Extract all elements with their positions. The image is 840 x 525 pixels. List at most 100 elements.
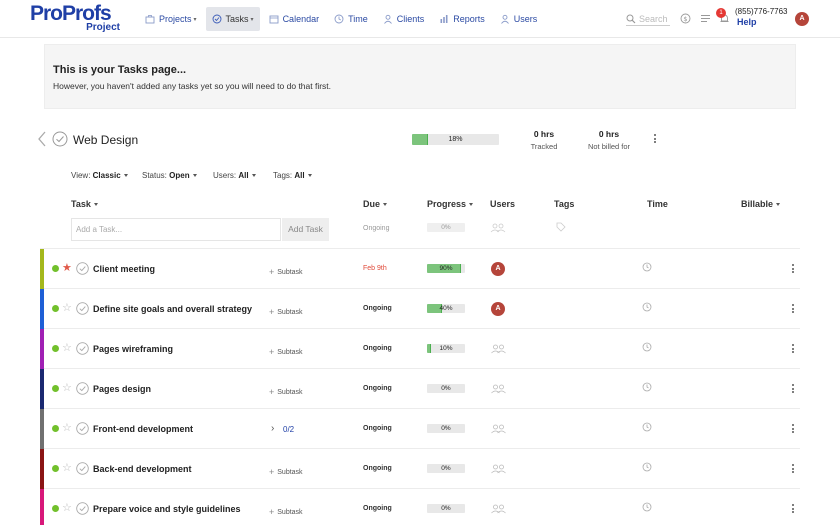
time-clock-icon[interactable] (642, 502, 652, 512)
task-progress-bar[interactable]: 90% (427, 264, 465, 273)
task-more-menu-icon[interactable] (792, 384, 795, 395)
nav-users[interactable]: Users (494, 7, 544, 31)
nav-reports[interactable]: Reports (433, 7, 491, 31)
assignee-avatar[interactable]: A (491, 302, 505, 316)
task-name[interactable]: Pages wireframing (93, 344, 173, 354)
proprofs-project-logo[interactable]: ProProfs Project (30, 2, 126, 36)
task-name[interactable]: Define site goals and overall strategy (93, 304, 252, 314)
task-row[interactable]: ☆ Pages wireframing Subtask Ongoing 10% (40, 329, 800, 369)
time-clock-icon[interactable] (642, 462, 652, 472)
dollar-icon[interactable]: $ (680, 13, 691, 24)
add-task-input[interactable]: Add a Task... (71, 218, 281, 241)
add-subtask-button[interactable]: Subtask (269, 386, 302, 396)
back-chevron-icon[interactable] (37, 131, 47, 147)
star-icon[interactable]: ☆ (62, 301, 72, 314)
add-subtask-button[interactable]: Subtask (269, 466, 302, 476)
add-subtask-button[interactable]: Subtask (269, 346, 302, 356)
subtask-count[interactable]: 0/2 (283, 425, 294, 434)
user-avatar[interactable]: A (795, 12, 809, 26)
task-more-menu-icon[interactable] (792, 504, 795, 515)
time-clock-icon[interactable] (642, 302, 652, 312)
task-row[interactable]: ☆ Define site goals and overall strategy S… (40, 289, 800, 329)
column-header-progress[interactable]: Progress (427, 199, 474, 209)
tags-filter[interactable]: Tags: All (273, 171, 312, 180)
add-task-button[interactable]: Add Task (282, 218, 329, 241)
status-filter[interactable]: Status: Open (142, 171, 197, 180)
time-clock-icon[interactable] (642, 262, 652, 272)
task-row[interactable]: ☆ Back-end development Subtask Ongoing 0% (40, 449, 800, 489)
task-due-date[interactable]: Ongoing (363, 505, 392, 512)
search-box[interactable]: Search (626, 12, 670, 26)
project-more-menu-icon[interactable] (654, 134, 657, 145)
task-row[interactable]: ☆ Prepare voice and style guidelines Subta… (40, 489, 800, 525)
add-subtask-button[interactable]: Subtask (269, 306, 302, 316)
task-due-date[interactable]: Ongoing (363, 345, 392, 352)
task-progress-bar[interactable]: 0% (427, 504, 465, 513)
task-complete-check-icon[interactable] (76, 422, 89, 435)
task-progress-bar[interactable]: 10% (427, 344, 465, 353)
task-name[interactable]: Pages design (93, 384, 151, 394)
column-header-billable[interactable]: Billable (741, 199, 781, 209)
column-header-task[interactable]: Task (71, 199, 98, 209)
task-due-date[interactable]: Ongoing (363, 425, 392, 432)
task-complete-check-icon[interactable] (76, 462, 89, 475)
task-row[interactable]: ☆ Pages design Subtask Ongoing 0% (40, 369, 800, 409)
users-filter[interactable]: Users: All (213, 171, 256, 180)
task-due-date[interactable]: Ongoing (363, 385, 392, 392)
task-progress-bar[interactable]: 0% (427, 464, 465, 473)
star-icon[interactable]: ☆ (62, 461, 72, 474)
task-complete-check-icon[interactable] (76, 382, 89, 395)
time-clock-icon[interactable] (642, 342, 652, 352)
nav-clients[interactable]: Clients (377, 7, 431, 31)
banner-title: This is your Tasks page... (53, 64, 187, 76)
star-icon[interactable]: ☆ (62, 421, 72, 434)
star-icon[interactable]: ☆ (62, 341, 72, 354)
star-icon[interactable]: ★ (62, 261, 72, 274)
task-progress-bar[interactable]: 0% (427, 384, 465, 393)
task-row[interactable]: ★ Client meeting Subtask Feb 9th 90% A (40, 249, 800, 289)
assign-users-icon[interactable] (490, 504, 507, 514)
task-progress-bar[interactable]: 40% (427, 304, 465, 313)
assign-users-icon[interactable] (490, 424, 507, 434)
task-due-date[interactable]: Ongoing (363, 305, 392, 312)
add-subtask-button[interactable]: Subtask (269, 266, 302, 276)
task-name[interactable]: Back-end development (93, 464, 192, 474)
help-link[interactable]: Help (737, 17, 757, 27)
task-name[interactable]: Client meeting (93, 264, 155, 274)
task-name[interactable]: Front-end development (93, 424, 193, 434)
task-complete-check-icon[interactable] (76, 342, 89, 355)
assign-users-icon[interactable] (490, 344, 507, 354)
time-clock-icon[interactable] (642, 422, 652, 432)
expand-subtasks-chevron-icon[interactable]: › (271, 423, 274, 434)
task-due-date[interactable]: Feb 9th (363, 265, 387, 272)
task-complete-check-icon[interactable] (76, 302, 89, 315)
task-name[interactable]: Prepare voice and style guidelines (93, 504, 241, 514)
assign-users-icon[interactable] (490, 384, 507, 394)
list-icon[interactable] (700, 13, 711, 24)
task-progress-bar[interactable]: 0% (427, 424, 465, 433)
task-more-menu-icon[interactable] (792, 304, 795, 315)
project-title[interactable]: Web Design (73, 133, 138, 147)
task-more-menu-icon[interactable] (792, 264, 795, 275)
add-subtask-button[interactable]: Subtask (269, 506, 302, 516)
task-more-menu-icon[interactable] (792, 424, 795, 435)
task-complete-check-icon[interactable] (76, 502, 89, 515)
star-icon[interactable]: ☆ (62, 381, 72, 394)
task-more-menu-icon[interactable] (792, 344, 795, 355)
nav-tasks[interactable]: Tasks ▾ (205, 7, 260, 31)
task-due-date[interactable]: Ongoing (363, 465, 392, 472)
task-row[interactable]: ☆ Front-end development › 0/2 Ongoing 0% (40, 409, 800, 449)
task-complete-check-icon[interactable] (76, 262, 89, 275)
assign-users-icon[interactable] (490, 464, 507, 474)
nav-calendar[interactable]: Calendar (263, 7, 326, 31)
task-more-menu-icon[interactable] (792, 464, 795, 475)
project-complete-check-icon[interactable] (52, 131, 68, 147)
view-filter[interactable]: View: Classic (71, 171, 128, 180)
column-header-due[interactable]: Due (363, 199, 388, 209)
nav-time[interactable]: Time (328, 7, 374, 31)
time-clock-icon[interactable] (642, 382, 652, 392)
nav-projects[interactable]: Projects ▾ (139, 7, 203, 31)
star-icon[interactable]: ☆ (62, 501, 72, 514)
add-task-progress-label: 0% (441, 224, 451, 231)
assignee-avatar[interactable]: A (491, 262, 505, 276)
